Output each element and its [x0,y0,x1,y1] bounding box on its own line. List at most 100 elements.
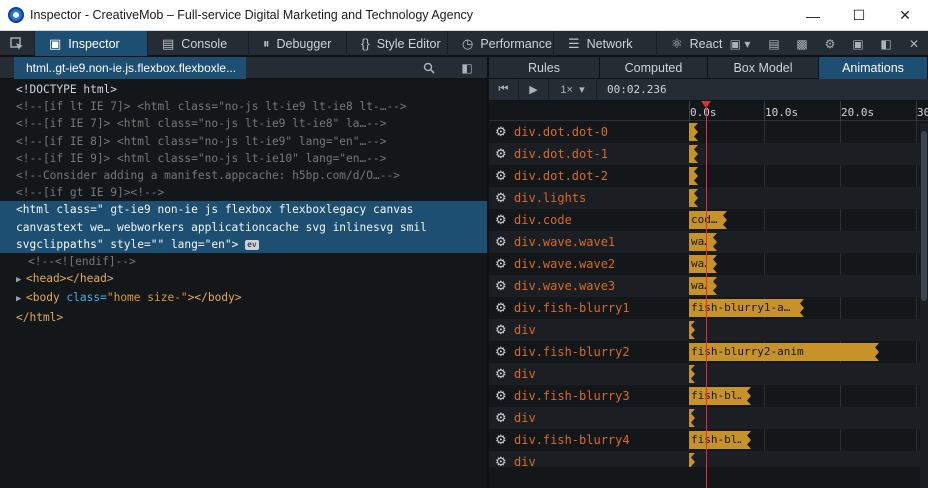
animation-row[interactable]: ⚙ div.dot.dot-1 [489,143,928,165]
animation-row[interactable]: ⚙ div.fish-blurry1 fish-blurry1-a… [489,297,928,319]
head-node[interactable]: ▶ <head></head> [0,270,487,289]
animation-row[interactable]: ⚙ div.code cod… [489,209,928,231]
tab-computed[interactable]: Computed [600,57,708,79]
animation-target[interactable]: div [514,323,536,337]
animation-bar[interactable] [689,453,695,467]
animation-row[interactable]: ⚙ div.lights [489,187,928,209]
playback-rate-select[interactable]: 1× ▾ [549,78,597,101]
animation-bar[interactable]: fish-blurry2-anim [689,343,879,361]
animation-bar[interactable] [689,167,698,185]
vertical-scrollbar[interactable] [920,123,928,488]
animation-bar[interactable] [689,145,698,163]
scrollbar-thumb[interactable] [921,131,927,301]
animation-bar[interactable]: fish-bl… [689,387,751,405]
node-selector-icon[interactable]: ⚙ [495,212,507,228]
animation-row[interactable]: ⚙ div.dot.dot-0 [489,121,928,143]
animation-bar[interactable] [689,123,698,141]
minimize-button[interactable]: — [790,0,836,31]
animation-target[interactable]: div.dot.dot-1 [514,147,608,161]
html-node-selected[interactable]: <html class=" gt-ie9 non-ie js flexbox f… [0,201,487,254]
animation-row[interactable]: ⚙ div.wave.wave1 wa… [489,231,928,253]
toggle-sidebar-button[interactable]: ◧ [454,57,480,79]
animation-target[interactable]: div.fish-blurry4 [514,433,630,447]
expand-arrow-icon[interactable]: ▶ [16,272,26,289]
node-selector-icon[interactable]: ⚙ [495,322,507,338]
animation-target[interactable]: div.fish-blurry1 [514,301,630,315]
animation-row[interactable]: ⚙ div [489,451,928,467]
tab-animations[interactable]: Animations [819,57,928,79]
screenshot-button[interactable]: ▩ [788,31,816,56]
animation-bar[interactable]: cod… [689,211,727,229]
comment-node[interactable]: <!--[if IE 7]> <html class="no-js lt-ie9… [0,115,487,132]
dock-bottom-button[interactable]: ▣ [844,31,872,56]
node-selector-icon[interactable]: ⚙ [495,300,507,316]
animation-target[interactable]: div [514,411,536,425]
animation-target[interactable]: div.wave.wave1 [514,235,615,249]
search-button[interactable] [416,57,442,79]
node-selector-icon[interactable]: ⚙ [495,256,507,272]
body-node[interactable]: ▶ <body class="home size-"></body> [0,289,487,308]
animation-row[interactable]: ⚙ div [489,363,928,385]
animation-row[interactable]: ⚙ div.fish-blurry3 fish-bl… [489,385,928,407]
tab-console[interactable]: ▤ Console [147,31,248,56]
animation-target[interactable]: div [514,367,536,381]
close-button[interactable]: ✕ [882,0,928,31]
expand-arrow-icon[interactable]: ▶ [16,291,26,308]
node-selector-icon[interactable]: ⚙ [495,366,507,382]
animation-row[interactable]: ⚙ div [489,319,928,341]
animation-row[interactable]: ⚙ div.dot.dot-2 [489,165,928,187]
maximize-button[interactable]: ☐ [836,0,882,31]
scrubber-handle[interactable] [701,101,711,108]
comment-node[interactable]: <!--Consider adding a manifest.appcache:… [0,167,487,184]
tab-network[interactable]: ☰ Network [553,31,656,56]
event-badge[interactable]: ev [245,239,259,250]
settings-button[interactable]: ⚙ [816,31,844,56]
tab-debugger[interactable]: ⏸ Debugger [248,31,346,56]
comment-node[interactable]: <!--[if IE 9]> <html class="no-js lt-ie1… [0,150,487,167]
rewind-button[interactable]: ⏮ [489,78,519,101]
comment-node[interactable]: <!--[if gt IE 9]><!--> [0,184,487,201]
node-selector-icon[interactable]: ⚙ [495,146,507,162]
animation-bar[interactable]: wa… [689,233,717,251]
animation-target[interactable]: div.wave.wave2 [514,257,615,271]
animation-target[interactable]: div.dot.dot-2 [514,169,608,183]
animation-target[interactable]: div.fish-blurry3 [514,389,630,403]
animation-bar[interactable] [689,189,698,207]
tab-box-model[interactable]: Box Model [708,57,819,79]
comment-node[interactable]: <!--<![endif]--> [0,253,487,270]
node-selector-icon[interactable]: ⚙ [495,388,507,404]
close-toolbox-button[interactable]: ✕ [900,31,928,56]
animation-bar[interactable] [689,321,695,339]
node-selector-icon[interactable]: ⚙ [495,278,507,294]
node-selector-icon[interactable]: ⚙ [495,344,507,360]
animation-row[interactable]: ⚙ div.fish-blurry4 fish-bl… [489,429,928,451]
animation-bar[interactable] [689,365,695,383]
node-selector-icon[interactable]: ⚙ [495,454,507,467]
node-selector-icon[interactable]: ⚙ [495,124,507,140]
responsive-mode-button[interactable]: ▤ [760,31,788,56]
timeline-scrubber[interactable] [706,101,707,488]
tab-rules[interactable]: Rules [489,57,600,79]
comment-node[interactable]: <!--[if IE 8]> <html class="no-js lt-ie9… [0,133,487,150]
animation-row[interactable]: ⚙ div.wave.wave3 wa… [489,275,928,297]
tab-inspector[interactable]: ▣ Inspector [34,31,147,56]
animation-row[interactable]: ⚙ div.fish-blurry2 fish-blurry2-anim [489,341,928,363]
frame-select-button[interactable]: ▣ ▾ [720,31,760,56]
animation-target[interactable]: div.dot.dot-0 [514,125,608,139]
animation-target[interactable]: div.fish-blurry2 [514,345,630,359]
animation-row[interactable]: ⚙ div [489,407,928,429]
node-selector-icon[interactable]: ⚙ [495,410,507,426]
animation-bar[interactable]: fish-bl… [689,431,751,449]
animation-target[interactable]: div.code [514,213,572,227]
animation-bar[interactable] [689,409,695,427]
element-picker-button[interactable] [0,31,34,56]
animation-target[interactable]: div.wave.wave3 [514,279,615,293]
dock-side-button[interactable]: ◧ [872,31,900,56]
animation-bar[interactable]: wa… [689,255,717,273]
doctype-node[interactable]: <!DOCTYPE html> [0,81,487,98]
node-selector-icon[interactable]: ⚙ [495,234,507,250]
animation-row[interactable]: ⚙ div.wave.wave2 wa… [489,253,928,275]
comment-node[interactable]: <!--[if lt IE 7]> <html class="no-js lt-… [0,98,487,115]
tab-style-editor[interactable]: {} Style Editor [346,31,447,56]
node-selector-icon[interactable]: ⚙ [495,432,507,448]
